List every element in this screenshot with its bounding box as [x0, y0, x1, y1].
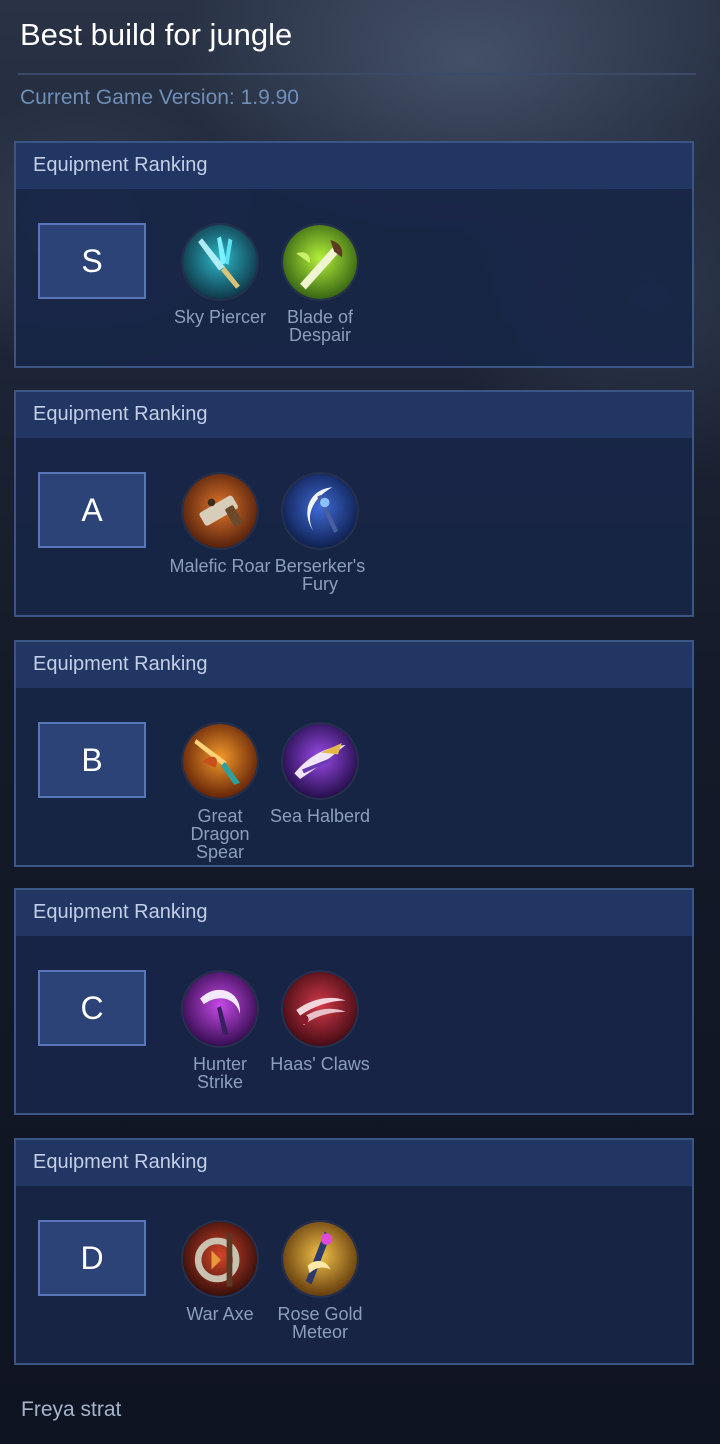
tier-badge-s: S [38, 223, 146, 299]
item-name: Rose Gold Meteor [277, 1304, 363, 1342]
item-name: Berserker's Fury [274, 556, 366, 594]
panel-header-label: Equipment Ranking [33, 653, 208, 675]
item-hunter-strike[interactable]: Hunter Strike [168, 970, 272, 1091]
panel-header: Equipment Ranking [16, 143, 692, 189]
berserkers-fury-icon [281, 472, 359, 550]
panel-header: Equipment Ranking [16, 642, 692, 688]
footer-text: Freya strat [21, 1398, 122, 1421]
panel-header-label: Equipment Ranking [33, 1151, 208, 1173]
item-sea-halberd[interactable]: Sea Halberd [268, 722, 372, 825]
tier-badge-b: B [38, 722, 146, 798]
ranking-panel-a: Equipment Ranking A Malefic Roar Berserk [14, 390, 694, 617]
item-blade-of-despair[interactable]: Blade of Despair [268, 223, 372, 344]
ranking-panel-c: Equipment Ranking C Hunter Strike Haas' … [14, 888, 694, 1115]
item-name: Sea Halberd [269, 806, 371, 826]
item-malefic-roar[interactable]: Malefic Roar [168, 472, 272, 575]
haas-claws-icon [281, 970, 359, 1048]
tier-badge-d: D [38, 1220, 146, 1296]
tier-badge-a: A [38, 472, 146, 548]
title-divider [18, 73, 696, 75]
item-name: Haas' Claws [270, 1054, 370, 1074]
panel-header-label: Equipment Ranking [33, 403, 208, 425]
panel-header: Equipment Ranking [16, 1140, 692, 1186]
item-great-dragon-spear[interactable]: Great Dragon Spear [168, 722, 272, 861]
rose-gold-meteor-icon [281, 1220, 359, 1298]
war-axe-icon [181, 1220, 259, 1298]
item-name: War Axe [186, 1304, 254, 1324]
item-name: Hunter Strike [192, 1054, 248, 1092]
panel-header-label: Equipment Ranking [33, 154, 208, 176]
sky-piercer-icon [181, 223, 259, 301]
item-haas-claws[interactable]: Haas' Claws [268, 970, 372, 1073]
ranking-panel-b: Equipment Ranking B Great Dragon Spear S [14, 640, 694, 867]
blade-of-despair-icon [281, 223, 359, 301]
page-title: Best build for jungle [20, 17, 293, 52]
item-berserkers-fury[interactable]: Berserker's Fury [268, 472, 372, 593]
item-name: Sky Piercer [173, 307, 267, 327]
ranking-panel-d: Equipment Ranking D War Axe Rose Gold Me [14, 1138, 694, 1365]
game-version-text: Current Game Version: 1.9.90 [20, 86, 299, 109]
malefic-roar-icon [181, 472, 259, 550]
great-dragon-spear-icon [181, 722, 259, 800]
page-header: Best build for jungle Current Game Versi… [0, 0, 720, 140]
sea-halberd-icon [281, 722, 359, 800]
item-name: Great Dragon Spear [190, 806, 250, 862]
panel-header: Equipment Ranking [16, 392, 692, 438]
item-sky-piercer[interactable]: Sky Piercer [168, 223, 272, 326]
hunter-strike-icon [181, 970, 259, 1048]
tier-badge-c: C [38, 970, 146, 1046]
item-war-axe[interactable]: War Axe [168, 1220, 272, 1323]
panel-header-label: Equipment Ranking [33, 901, 208, 923]
ranking-panel-s: Equipment Ranking S Sky Piercer Blade of… [14, 141, 694, 368]
panel-header: Equipment Ranking [16, 890, 692, 936]
item-rose-gold-meteor[interactable]: Rose Gold Meteor [268, 1220, 372, 1341]
item-name: Malefic Roar [169, 556, 271, 576]
item-name: Blade of Despair [286, 307, 354, 345]
